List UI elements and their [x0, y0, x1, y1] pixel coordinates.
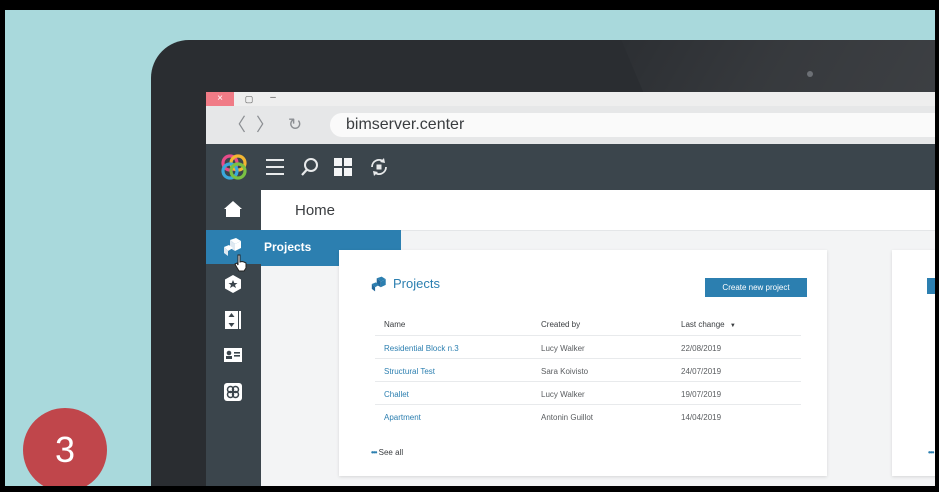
- project-last-change: 14/04/2019: [681, 413, 722, 422]
- side-card-more-link[interactable]: •••: [928, 448, 934, 457]
- sidebar-item-apps[interactable]: [206, 374, 261, 408]
- projects-cubes-icon: [371, 276, 386, 292]
- sidebar-item-home[interactable]: [206, 192, 261, 226]
- step-number-badge: 3: [23, 408, 107, 486]
- table-row[interactable]: Residential Block n.3 Lucy Walker 22/08/…: [375, 335, 801, 359]
- window-close-button[interactable]: ×: [206, 92, 234, 106]
- window-minimize-button[interactable]: –: [266, 92, 280, 106]
- sidebar-item-contacts[interactable]: [206, 338, 261, 372]
- column-header-name[interactable]: Name: [384, 320, 405, 329]
- sidebar: [206, 190, 261, 486]
- sync-icon[interactable]: [368, 156, 390, 178]
- see-all-label: See all: [378, 448, 404, 457]
- project-created-by: Sara Koivisto: [541, 367, 589, 376]
- see-all-link[interactable]: ••• See all: [371, 448, 403, 457]
- secondary-card: N •••: [892, 250, 935, 476]
- hand-cursor-icon: [234, 254, 247, 272]
- project-name-link[interactable]: Structural Test: [384, 367, 435, 376]
- webcam: [807, 71, 813, 77]
- project-created-by: Lucy Walker: [541, 344, 585, 353]
- file-transfer-icon: [225, 311, 241, 329]
- project-name-link[interactable]: Apartment: [384, 413, 421, 422]
- menu-icon[interactable]: [266, 159, 284, 175]
- address-bar[interactable]: bimserver.center: [330, 113, 935, 137]
- transfer-file-icon: [927, 278, 935, 294]
- apps-rings-icon: [224, 383, 242, 401]
- hexagon-star-icon: [225, 275, 241, 293]
- video-frame: × ▢ – 〈 〉 ↻ bimserver.center Home Projec…: [5, 10, 935, 486]
- project-created-by: Lucy Walker: [541, 390, 585, 399]
- apps-grid-icon[interactable]: [334, 158, 352, 176]
- more-dots-icon: •••: [928, 448, 934, 457]
- id-card-icon: [224, 348, 242, 362]
- laptop-screen: × ▢ – 〈 〉 ↻ bimserver.center Home Projec…: [206, 92, 935, 486]
- project-created-by: Antonin Guillot: [541, 413, 594, 422]
- back-button[interactable]: 〈: [228, 115, 246, 135]
- column-header-created-by[interactable]: Created by: [541, 320, 580, 329]
- breadcrumb-home[interactable]: Home: [295, 202, 335, 219]
- column-header-last-change[interactable]: Last change ▼: [681, 320, 736, 329]
- project-last-change: 24/07/2019: [681, 367, 722, 376]
- home-icon: [224, 201, 242, 217]
- sort-down-icon: ▼: [729, 323, 736, 329]
- app-header: [206, 144, 935, 190]
- window-maximize-button[interactable]: ▢: [242, 92, 256, 106]
- project-name-link[interactable]: Residential Block n.3: [384, 344, 459, 353]
- projects-card-title: Projects: [393, 276, 440, 291]
- sidebar-item-files[interactable]: [206, 302, 261, 336]
- column-header-last-change-label: Last change: [681, 320, 725, 329]
- breadcrumb: Home: [261, 190, 935, 231]
- tooltip-label: Projects: [264, 240, 312, 254]
- window-titlebar: × ▢ –: [206, 92, 935, 106]
- address-url: bimserver.center: [346, 116, 465, 133]
- browser-navbar: 〈 〉 ↻ bimserver.center: [206, 106, 935, 144]
- table-row[interactable]: Apartment Antonin Guillot 14/04/2019: [375, 404, 801, 428]
- bimserver-logo-icon[interactable]: [220, 153, 248, 181]
- search-icon[interactable]: [300, 156, 320, 178]
- table-row[interactable]: Challet Lucy Walker 19/07/2019: [375, 381, 801, 405]
- project-name-link[interactable]: Challet: [384, 390, 409, 399]
- laptop-bezel: × ▢ – 〈 〉 ↻ bimserver.center Home Projec…: [151, 40, 935, 486]
- more-dots-icon: •••: [371, 448, 377, 457]
- create-new-project-button[interactable]: Create new project: [705, 278, 807, 297]
- project-last-change: 22/08/2019: [681, 344, 722, 353]
- project-last-change: 19/07/2019: [681, 390, 722, 399]
- table-row[interactable]: Structural Test Sara Koivisto 24/07/2019: [375, 358, 801, 382]
- reload-button[interactable]: ↻: [286, 115, 304, 135]
- projects-card: Projects Create new project Name Created…: [339, 250, 827, 476]
- forward-button[interactable]: 〉: [256, 115, 274, 135]
